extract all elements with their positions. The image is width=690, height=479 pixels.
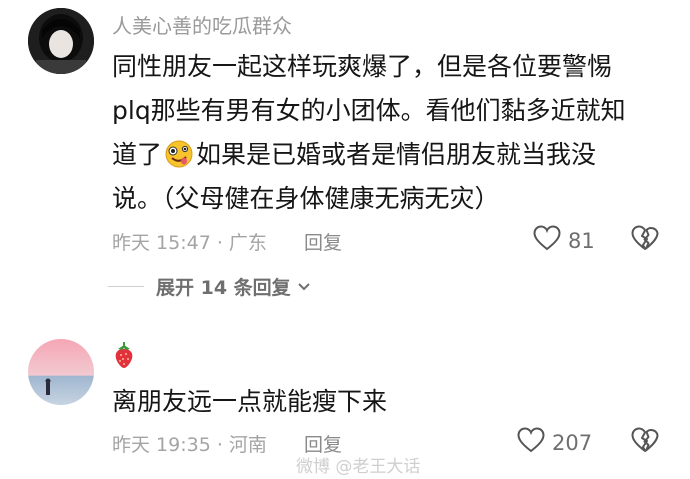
- comment-text-line: plq那些有男有女的小团体。看他们黏多近就知: [112, 96, 626, 125]
- comment-meta: 昨天 19:35 · 河南: [112, 434, 267, 456]
- comment-username[interactable]: 人美心善的吃瓜群众: [112, 10, 292, 39]
- expand-replies-label: 展开 14 条回复: [156, 277, 291, 299]
- like-button[interactable]: 81: [532, 224, 595, 257]
- broken-heart-icon: [630, 427, 660, 458]
- expand-replies-button[interactable]: 展开 14 条回复: [108, 273, 311, 300]
- dislike-button[interactable]: [630, 426, 660, 458]
- dislike-button[interactable]: [630, 224, 660, 256]
- like-count: 81: [568, 228, 595, 253]
- comment-text-segment: 如果是已婚或者是情侣朋友就当我没: [196, 140, 597, 169]
- heart-icon: [516, 426, 546, 459]
- avatar-image: [28, 339, 94, 405]
- chevron-down-icon: [297, 282, 311, 292]
- comment-text-segment: 道了: [112, 140, 163, 169]
- comment-text-line: 同性朋友一起这样玩爽爆了，但是各位要警惕: [112, 52, 613, 81]
- avatar-image: [28, 8, 94, 74]
- broken-heart-icon: [630, 225, 660, 256]
- comment-username[interactable]: [112, 341, 136, 374]
- reply-button[interactable]: 回复: [304, 228, 342, 255]
- comment-text-line: 离朋友远一点就能瘦下来: [112, 387, 388, 416]
- comment-meta: 昨天 15:47 · 广东: [112, 232, 267, 254]
- comment-text-line: 道了 如果是已婚或者是情侣朋友就当我没: [112, 133, 596, 183]
- like-button[interactable]: 207: [516, 426, 592, 459]
- watermark: 微博 @老王大话: [296, 457, 421, 477]
- avatar[interactable]: [28, 8, 94, 74]
- avatar[interactable]: [28, 339, 94, 405]
- strawberry-icon: [112, 342, 136, 374]
- like-count: 207: [552, 430, 593, 455]
- divider: [108, 286, 144, 287]
- heart-icon: [532, 224, 562, 257]
- comment-text-line: 说。（父母健在身体健康无病无灾）: [112, 184, 500, 213]
